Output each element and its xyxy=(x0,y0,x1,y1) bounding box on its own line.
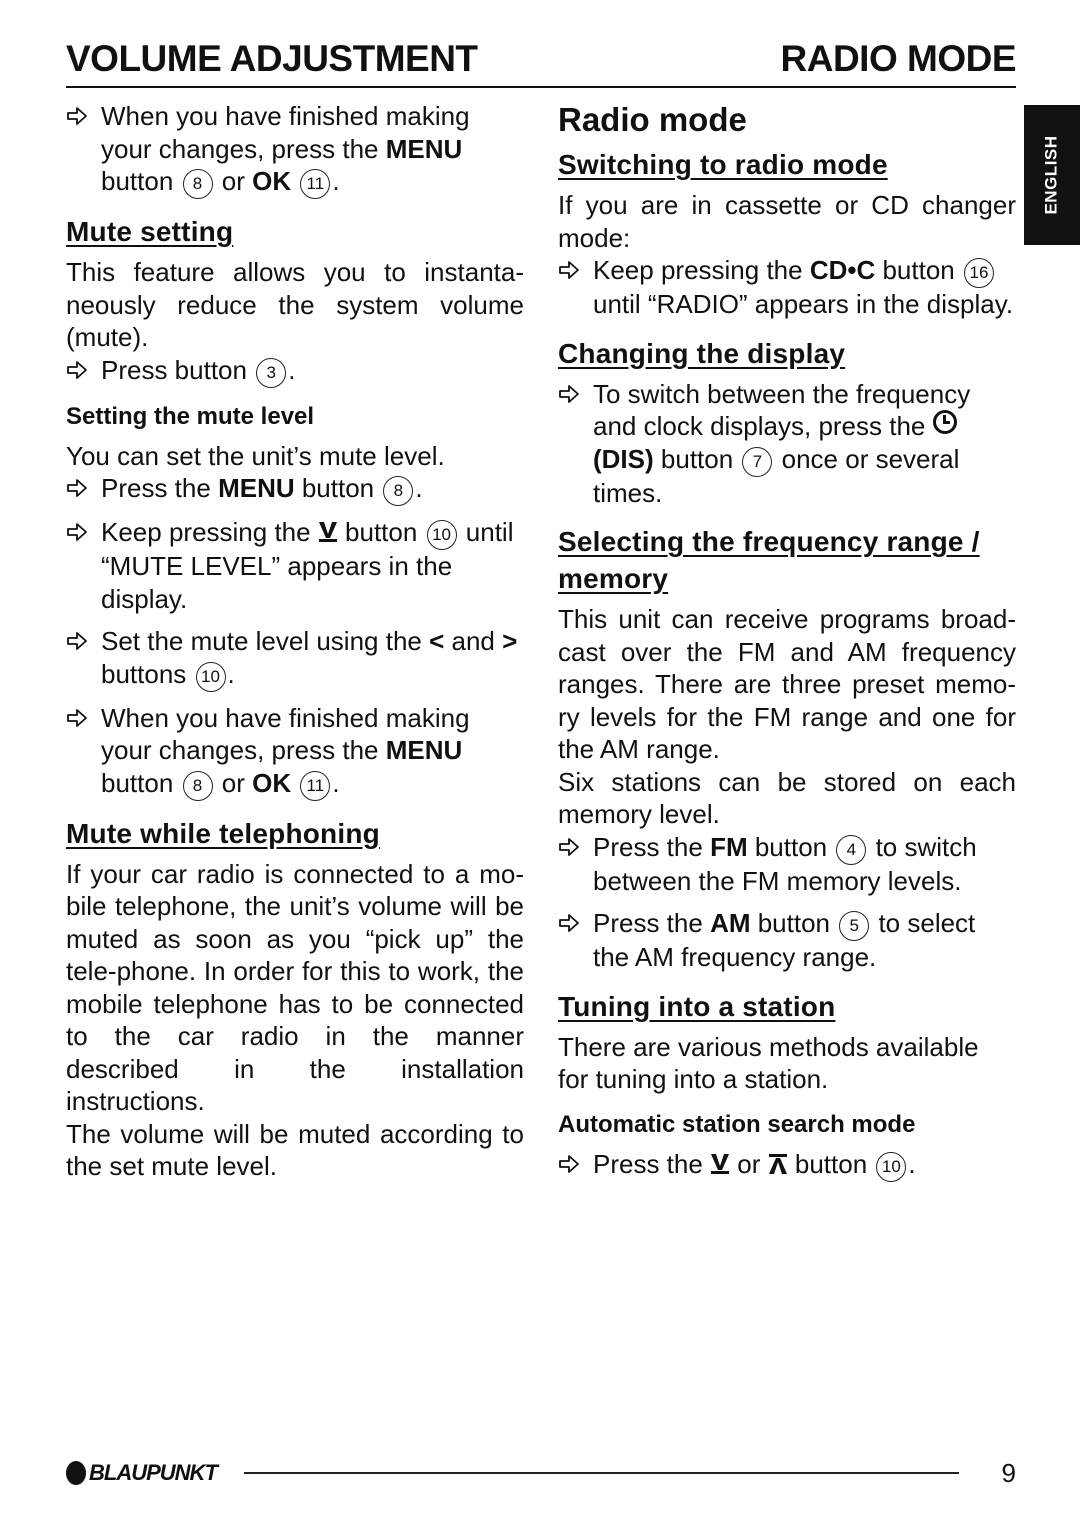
arrow-bullet-icon xyxy=(558,913,580,933)
mute-setting-description: This feature allows you to instanta-neou… xyxy=(66,257,524,352)
section-title-radio-mode: RADIO MODE xyxy=(780,38,1017,79)
button-number-badge: 4 xyxy=(836,834,867,865)
heading-mute-while-telephoning: Mute while telephoning xyxy=(66,817,380,849)
button-number-badge: 7 xyxy=(742,446,773,477)
right-button-icon: > xyxy=(502,626,518,656)
left-column: When you have finished making your chang… xyxy=(66,100,524,1183)
instruction-press-menu: Press the MENU button 8. xyxy=(66,472,524,506)
up-button-icon xyxy=(768,1153,788,1175)
instruction-press-fm: Press the FM button 4 to switch between … xyxy=(558,831,1016,898)
arrow-bullet-icon xyxy=(66,360,88,380)
page-footer: BLAUPUNKT 9 xyxy=(66,1458,1016,1488)
button-number-badge: 8 xyxy=(383,476,414,506)
button-number-badge: 16 xyxy=(963,258,994,288)
arrow-bullet-icon xyxy=(66,631,88,651)
section-title-volume-adjustment: VOLUME ADJUSTMENT xyxy=(66,38,478,79)
instruction-press-cdc: Keep pressing the CD•C button 16 until “… xyxy=(558,254,1016,321)
button-number-badge: 8 xyxy=(182,770,213,801)
heading-radio-mode: Radio mode xyxy=(558,101,747,138)
page-number: 9 xyxy=(1001,1458,1016,1488)
logo-dot-icon xyxy=(66,1461,86,1485)
button-number-badge: 3 xyxy=(256,357,287,388)
arrow-bullet-icon xyxy=(66,106,88,126)
down-button-icon xyxy=(318,521,338,543)
right-column: Radio mode Switching to radio mode If yo… xyxy=(558,100,1016,1192)
mute-phone-note: The volume will be muted according to th… xyxy=(66,1118,524,1182)
brand-logo: BLAUPUNKT xyxy=(66,1460,218,1486)
instruction-keep-pressing-down: Keep pressing the button 10 until “MUTE … xyxy=(66,516,524,615)
mute-level-description: You can set the unit’s mute level. xyxy=(66,440,445,471)
arrow-bullet-icon xyxy=(558,837,580,857)
button-number-badge: 10 xyxy=(195,661,226,692)
arrow-bullet-icon xyxy=(66,478,88,498)
instruction-finish-changes: When you have finished making your chang… xyxy=(66,100,524,199)
footer-rule xyxy=(244,1472,959,1474)
heading-changing-display: Changing the display xyxy=(558,337,846,369)
instruction-press-button-3: Press button 3. xyxy=(66,354,524,388)
frequency-description: This unit can receive programs broad-cas… xyxy=(558,604,1016,764)
language-label: ENGLISH xyxy=(1042,135,1061,215)
page-header: VOLUME ADJUSTMENT RADIO MODE xyxy=(66,36,1016,88)
button-number-badge: 11 xyxy=(300,770,331,801)
arrow-bullet-icon xyxy=(558,384,580,404)
instruction-switch-display: To switch between the frequency and cloc… xyxy=(558,378,1016,510)
heading-mute-setting: Mute setting xyxy=(66,216,234,247)
heading-switching-to-radio: Switching to radio mode xyxy=(558,149,888,180)
language-tab: ENGLISH xyxy=(1024,105,1080,245)
arrow-bullet-icon xyxy=(66,708,88,728)
heading-automatic-search: Automatic station search mode xyxy=(558,1110,916,1138)
heading-frequency-range: Selecting the frequency range / memory xyxy=(558,526,980,594)
arrow-bullet-icon xyxy=(558,1154,580,1174)
button-number-badge: 10 xyxy=(426,520,457,550)
button-number-badge: 11 xyxy=(300,169,331,199)
button-number-badge: 5 xyxy=(839,911,870,941)
tuning-description: There are various methods available for … xyxy=(558,1031,979,1095)
clock-icon xyxy=(932,410,957,434)
instruction-set-mute-level: Set the mute level using the < and > but… xyxy=(66,625,524,692)
button-number-badge: 10 xyxy=(876,1151,907,1182)
arrow-bullet-icon xyxy=(66,522,88,542)
arrow-bullet-icon xyxy=(558,260,580,280)
down-button-icon xyxy=(710,1153,730,1175)
ok-button-label: OK xyxy=(252,166,292,196)
instruction-press-up-down: Press the or button 10. xyxy=(558,1148,1016,1182)
heading-tuning-station: Tuning into a station xyxy=(558,990,836,1022)
instruction-press-am: Press the AM button 5 to select the AM f… xyxy=(558,907,1016,974)
button-number-badge: 8 xyxy=(182,169,213,199)
frequency-stations-note: Six stations can be stored on each memor… xyxy=(558,766,1016,830)
instruction-finish-changes: When you have finished making your chang… xyxy=(66,702,524,801)
heading-setting-mute-level: Setting the mute level xyxy=(66,402,315,430)
switching-description: If you are in cassette or CD changer mod… xyxy=(558,190,1016,253)
menu-button-label: MENU xyxy=(385,133,463,164)
left-button-icon: < xyxy=(429,626,445,656)
mute-phone-description: If your car radio is connected to a mo-b… xyxy=(66,858,524,1117)
